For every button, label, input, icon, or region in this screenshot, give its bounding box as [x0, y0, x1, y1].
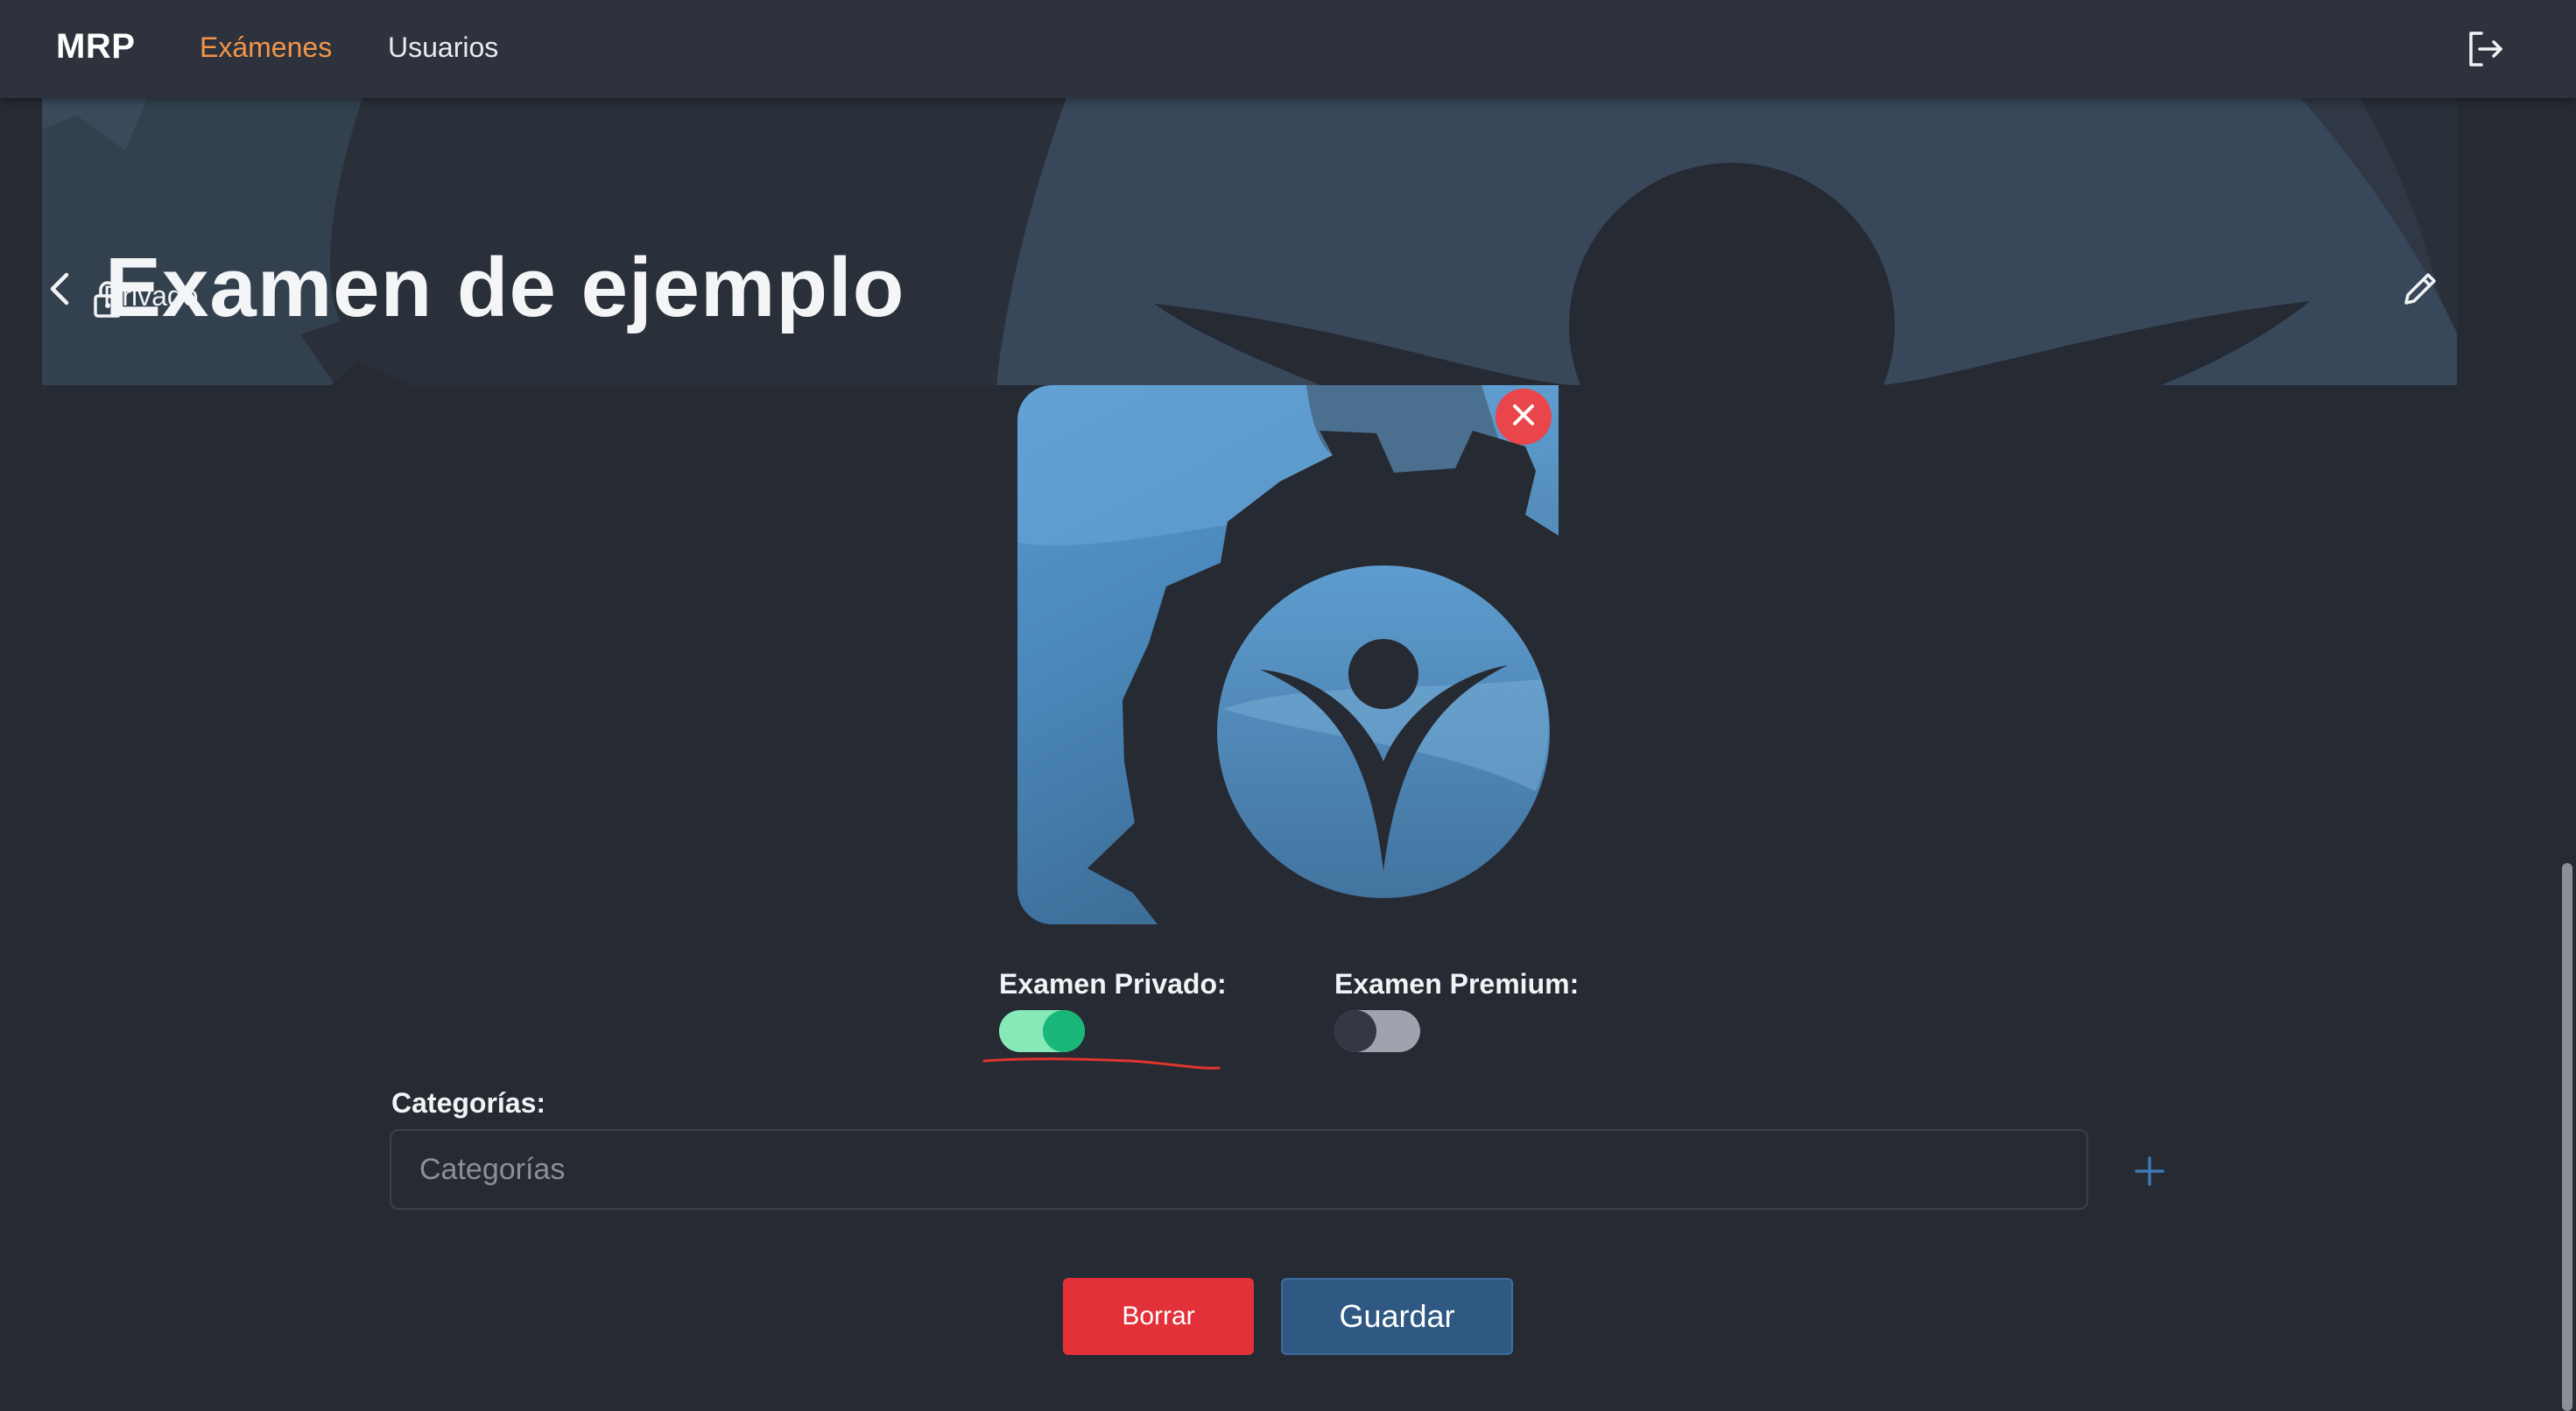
page-scrollbar[interactable]: [2562, 863, 2572, 1411]
close-icon: [1510, 402, 1537, 432]
red-underline-annotation: [982, 1057, 1221, 1070]
plus-icon[interactable]: [2132, 1154, 2167, 1189]
back-chevron-icon[interactable]: [44, 264, 75, 313]
exam-image: [1017, 385, 1559, 924]
remove-image-button[interactable]: [1496, 389, 1552, 445]
categories-input[interactable]: [390, 1129, 2088, 1210]
private-toggle-label: Examen Privado:: [999, 968, 1227, 1000]
private-exam-toggle[interactable]: [999, 1010, 1085, 1052]
brand-logo[interactable]: MRP: [56, 27, 135, 67]
toggle-knob: [1043, 1010, 1085, 1052]
exam-logo-image: [1017, 385, 1559, 924]
save-button[interactable]: Guardar: [1281, 1278, 1513, 1355]
exam-header-banner: Privado Examen de ejemplo: [42, 98, 2457, 385]
toggle-knob: [1334, 1010, 1376, 1052]
premium-exam-toggle[interactable]: [1334, 1010, 1420, 1052]
nav-link-usuarios[interactable]: Usuarios: [388, 32, 498, 64]
top-navbar: MRP Exámenes Usuarios: [0, 0, 2576, 98]
nav-link-examenes[interactable]: Exámenes: [200, 32, 332, 64]
logout-icon[interactable]: [2464, 28, 2506, 70]
page-title: Examen de ejemplo: [105, 241, 905, 334]
delete-button[interactable]: Borrar: [1063, 1278, 1254, 1355]
premium-toggle-label: Examen Premium:: [1334, 968, 1580, 1000]
categories-label: Categorías:: [391, 1087, 546, 1119]
edit-icon[interactable]: [2401, 268, 2441, 308]
